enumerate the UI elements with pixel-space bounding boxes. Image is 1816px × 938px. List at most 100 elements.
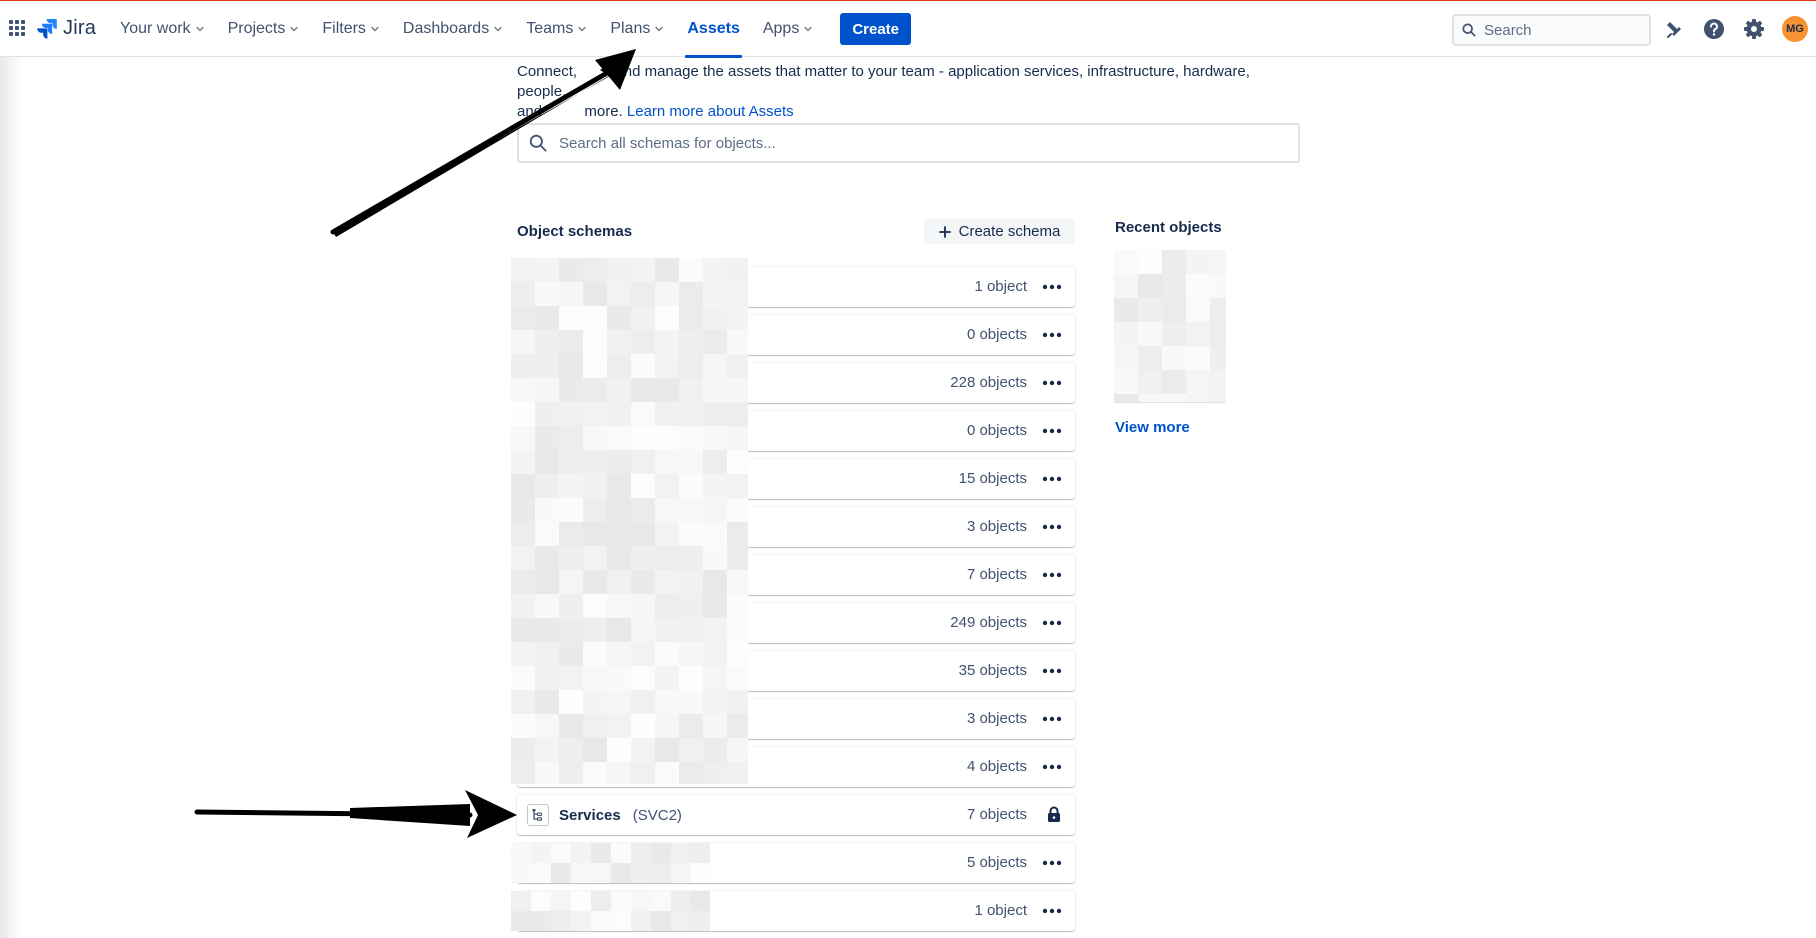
mosaic-cell: [651, 843, 671, 863]
mosaic-cell: [611, 863, 631, 883]
more-actions-icon[interactable]: [1041, 565, 1063, 585]
mosaic-cell: [1186, 298, 1210, 322]
mosaic-cell: [1162, 250, 1186, 274]
mosaic-cell: [1138, 370, 1162, 394]
mosaic-cell: [559, 426, 583, 450]
create-schema-button[interactable]: Create schema: [924, 219, 1075, 244]
mosaic-cell: [535, 498, 559, 522]
schema-object-count: 0 objects: [966, 326, 1027, 343]
mosaic-cell: [559, 738, 583, 762]
mosaic-cell: [607, 522, 631, 546]
mosaic-cell: [583, 762, 607, 784]
schema-row-services[interactable]: Services (SVC2) 7 objects: [517, 795, 1075, 835]
more-actions-icon[interactable]: [1041, 757, 1063, 777]
mosaic-cell: [691, 843, 710, 863]
mosaic-cell: [679, 498, 703, 522]
global-search[interactable]: [1452, 14, 1651, 46]
more-actions-icon[interactable]: [1041, 517, 1063, 537]
mosaic-cell: [511, 891, 531, 911]
nav-item-plans[interactable]: Plans: [602, 1, 672, 57]
user-avatar[interactable]: MG: [1782, 16, 1808, 42]
mosaic-cell: [631, 843, 651, 863]
schema-object-count: 4 objects: [966, 758, 1027, 775]
more-actions-icon[interactable]: [1041, 421, 1063, 441]
mosaic-cell: [727, 258, 748, 282]
mosaic-cell: [671, 891, 691, 911]
mosaic-cell: [511, 690, 535, 714]
mosaic-cell: [691, 911, 710, 931]
schema-object-search[interactable]: [517, 123, 1300, 163]
mosaic-cell: [671, 843, 691, 863]
more-actions-icon[interactable]: [1041, 469, 1063, 489]
app-switcher-icon[interactable]: [8, 19, 28, 39]
mosaic-cell: [535, 594, 559, 618]
mosaic-cell: [703, 570, 727, 594]
notifications-icon[interactable]: [1662, 17, 1686, 41]
nav-item-dashboards[interactable]: Dashboards: [395, 1, 511, 57]
mosaic-cell: [631, 498, 655, 522]
mosaic-cell: [631, 378, 655, 402]
recent-objects-title: Recent objects: [1115, 219, 1222, 236]
mosaic-cell: [583, 714, 607, 738]
help-icon[interactable]: [1702, 17, 1726, 41]
mosaic-cell: [655, 594, 679, 618]
mosaic-cell: [1210, 322, 1226, 346]
mosaic-cell: [511, 402, 535, 426]
mosaic-cell: [535, 714, 559, 738]
more-actions-icon[interactable]: [1041, 709, 1063, 729]
more-actions-icon[interactable]: [1041, 613, 1063, 633]
nav-item-your-work[interactable]: Your work: [112, 1, 213, 57]
mosaic-cell: [511, 863, 531, 883]
mosaic-cell: [1138, 274, 1162, 298]
more-actions-icon[interactable]: [1041, 853, 1063, 873]
jira-logo[interactable]: Jira: [37, 17, 96, 40]
mosaic-cell: [583, 378, 607, 402]
schema-object-search-input[interactable]: [557, 133, 1257, 153]
mosaic-cell: [535, 306, 559, 330]
mosaic-cell: [1162, 274, 1186, 298]
mosaic-cell: [511, 618, 535, 642]
mosaic-cell: [535, 426, 559, 450]
chevron-down-icon: [804, 26, 813, 32]
mosaic-cell: [559, 546, 583, 570]
mosaic-cell: [559, 714, 583, 738]
mosaic-cell: [591, 911, 611, 931]
mosaic-cell: [1186, 394, 1210, 402]
view-more-link[interactable]: View more: [1115, 419, 1190, 436]
mosaic-cell: [535, 378, 559, 402]
more-actions-icon[interactable]: [1041, 901, 1063, 921]
mosaic-cell: [703, 258, 727, 282]
more-actions-icon[interactable]: [1041, 277, 1063, 297]
nav-item-assets[interactable]: Assets: [679, 1, 747, 58]
mosaic-cell: [631, 891, 651, 911]
more-actions-icon[interactable]: [1041, 325, 1063, 345]
learn-more-link[interactable]: Learn more about Assets: [627, 103, 794, 120]
mosaic-cell: [1210, 250, 1226, 274]
nav-item-projects[interactable]: Projects: [220, 1, 308, 57]
create-button[interactable]: Create: [840, 13, 912, 45]
mosaic-cell: [511, 594, 535, 618]
more-actions-icon[interactable]: [1041, 373, 1063, 393]
schema-name: Services: [559, 806, 621, 824]
mosaic-cell: [651, 911, 671, 931]
mosaic-cell: [583, 354, 607, 378]
mosaic-cell: [607, 258, 631, 282]
mosaic-cell: [679, 546, 703, 570]
more-actions-icon[interactable]: [1041, 661, 1063, 681]
mosaic-cell: [655, 738, 679, 762]
nav-item-apps[interactable]: Apps: [755, 1, 821, 57]
mosaic-cell: [679, 762, 703, 784]
mosaic-cell: [607, 330, 631, 354]
mosaic-cell: [655, 306, 679, 330]
nav-item-filters[interactable]: Filters: [314, 1, 388, 57]
mosaic-cell: [559, 354, 583, 378]
mosaic-cell: [531, 843, 551, 863]
schema-object-count: 7 objects: [966, 806, 1027, 823]
global-search-input[interactable]: [1482, 20, 1642, 40]
mosaic-cell: [655, 642, 679, 666]
mosaic-cell: [727, 570, 748, 594]
nav-item-teams[interactable]: Teams: [518, 1, 595, 57]
mosaic-cell: [671, 863, 691, 883]
mosaic-cell: [703, 450, 727, 474]
settings-icon[interactable]: [1742, 17, 1766, 41]
